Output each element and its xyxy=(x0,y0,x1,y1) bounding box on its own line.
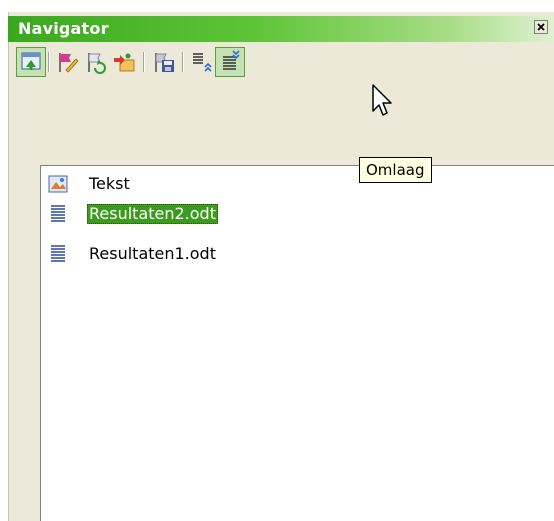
navigator-tree[interactable]: Tekst Resultaten2.odt Resultaten1.odt xyxy=(40,165,554,521)
edit-button[interactable] xyxy=(54,48,82,76)
tree-item-label: Resultaten2.odt xyxy=(87,204,218,224)
toolbar-separator xyxy=(182,52,184,72)
tree-item-tekst[interactable]: Tekst xyxy=(41,172,341,196)
tree-item-resultaten1[interactable]: Resultaten1.odt xyxy=(41,242,341,266)
toolbar-separator xyxy=(48,52,50,72)
edit-pencil-icon xyxy=(59,53,79,73)
tree-item-label: Tekst xyxy=(89,174,130,193)
close-icon xyxy=(537,23,545,31)
navigation-toggle-button[interactable] xyxy=(16,47,46,77)
move-down-button[interactable] xyxy=(215,47,245,77)
tooltip: Omlaag xyxy=(359,157,432,183)
navigation-icon xyxy=(21,52,41,70)
save-as-button[interactable] xyxy=(150,48,178,76)
insert-icon xyxy=(114,53,135,72)
update-button[interactable] xyxy=(82,48,110,76)
toolbar-separator xyxy=(143,52,145,72)
tree-item-label: Resultaten1.odt xyxy=(89,244,216,263)
save-as-icon xyxy=(155,53,174,72)
tree-item-resultaten2[interactable]: Resultaten2.odt xyxy=(41,202,341,226)
update-flag-icon xyxy=(88,53,106,74)
document-lines-icon xyxy=(51,245,65,262)
title-bar[interactable]: Navigator xyxy=(8,16,554,42)
close-button[interactable] xyxy=(534,20,548,34)
move-down-icon xyxy=(223,50,240,70)
text-section-icon xyxy=(48,175,68,193)
move-up-button[interactable] xyxy=(188,48,216,76)
insert-button[interactable] xyxy=(110,48,138,76)
document-lines-icon xyxy=(51,205,65,222)
navigator-window: Navigator Tekst Resultaten2.odt Resultat… xyxy=(0,0,554,521)
mouse-cursor-icon xyxy=(372,84,392,116)
move-up-icon xyxy=(193,53,212,72)
window-title: Navigator xyxy=(18,19,109,38)
